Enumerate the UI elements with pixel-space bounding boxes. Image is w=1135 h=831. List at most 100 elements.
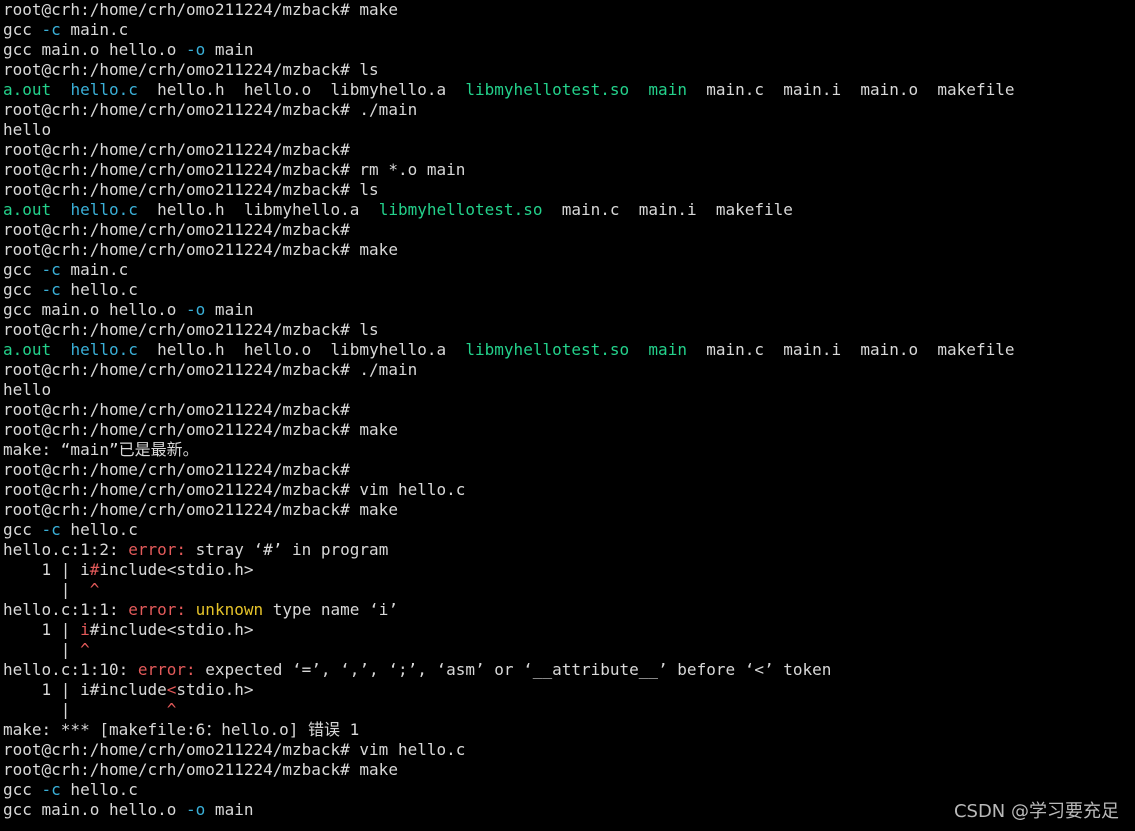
terminal-line: a.out hello.c hello.h libmyhello.a libmy…: [3, 200, 1133, 220]
terminal-text-segment: -c: [41, 520, 61, 539]
terminal-line: 1 | i#include<stdio.h>: [3, 680, 1133, 700]
terminal-line: | ^: [3, 640, 1133, 660]
csdn-watermark: CSDN @学习要充足: [953, 801, 1119, 822]
terminal-line: root@crh:/home/crh/omo211224/mzback# mak…: [3, 420, 1133, 440]
terminal-text-segment: hello.c: [60, 520, 138, 539]
terminal-text-segment: hello.c: [60, 780, 138, 799]
terminal-text-segment: -o: [186, 300, 206, 319]
terminal-text-segment: root@crh:/home/crh/omo211224/mzback# ls: [3, 60, 379, 79]
terminal-text-segment: gcc main.o hello.o: [3, 300, 187, 319]
terminal-text-segment: root@crh:/home/crh/omo211224/mzback# mak…: [3, 500, 398, 519]
terminal-text-segment: gcc: [3, 520, 42, 539]
terminal-text-segment: hello.c: [70, 340, 138, 359]
terminal-text-segment: root@crh:/home/crh/omo211224/mzback# vim…: [3, 480, 466, 499]
terminal-text-segment: root@crh:/home/crh/omo211224/mzback# mak…: [3, 760, 398, 779]
terminal-text-segment: root@crh:/home/crh/omo211224/mzback#: [3, 400, 350, 419]
terminal-text-segment: -o: [186, 800, 206, 819]
terminal-text-segment: hello.c: [60, 280, 138, 299]
terminal-output[interactable]: root@crh:/home/crh/omo211224/mzback# mak…: [3, 0, 1133, 831]
terminal-text-segment: -c: [41, 280, 61, 299]
terminal-line: hello.c:1:10: error: expected ‘=’, ‘,’, …: [3, 660, 1133, 680]
terminal-text-segment: -c: [41, 260, 61, 279]
terminal-text-segment: hello.h hello.o libmyhello.a: [137, 340, 466, 359]
terminal-text-segment: 1 | i: [3, 560, 90, 579]
terminal-text-segment: gcc main.o hello.o: [3, 800, 187, 819]
terminal-line: root@crh:/home/crh/omo211224/mzback# mak…: [3, 0, 1133, 20]
terminal-line: gcc -c hello.c: [3, 520, 1133, 540]
terminal-line: gcc main.o hello.o -o main: [3, 300, 1133, 320]
terminal-line: root@crh:/home/crh/omo211224/mzback# ./m…: [3, 100, 1133, 120]
terminal-line: root@crh:/home/crh/omo211224/mzback# mak…: [3, 500, 1133, 520]
terminal-line: hello.c:1:1: error: unknown type name ‘i…: [3, 600, 1133, 620]
terminal-text-segment: unknown: [195, 600, 264, 619]
terminal-text-segment: hello.c:1:10:: [3, 660, 138, 679]
terminal-text-segment: main: [648, 80, 687, 99]
terminal-text-segment: main: [648, 340, 687, 359]
terminal-text-segment: root@crh:/home/crh/omo211224/mzback# vim…: [3, 740, 466, 759]
terminal-text-segment: hello.h libmyhello.a: [137, 200, 379, 219]
terminal-line: root@crh:/home/crh/omo211224/mzback#: [3, 400, 1133, 420]
terminal-text-segment: error:: [137, 660, 196, 679]
terminal-line: root@crh:/home/crh/omo211224/mzback# vim…: [3, 480, 1133, 500]
terminal-line: make: “main”已是最新。: [3, 440, 1133, 460]
terminal-text-segment: root@crh:/home/crh/omo211224/mzback#: [3, 460, 350, 479]
terminal-line: hello.c:1:2: error: stray ‘#’ in program: [3, 540, 1133, 560]
terminal-line: hello: [3, 120, 1133, 140]
terminal-line: a.out hello.c hello.h hello.o libmyhello…: [3, 80, 1133, 100]
terminal-text-segment: libmyhellotest.so: [465, 80, 630, 99]
terminal-line: gcc -c hello.c: [3, 280, 1133, 300]
terminal-text-segment: 1 |: [3, 620, 81, 639]
terminal-text-segment: make: “main”已是最新。: [3, 440, 199, 459]
terminal-text-segment: hello.c: [70, 200, 138, 219]
terminal-text-segment: hello.c: [70, 80, 138, 99]
terminal-text-segment: main.c: [60, 260, 129, 279]
terminal-text-segment: libmyhellotest.so: [378, 200, 543, 219]
terminal-text-segment: <: [166, 680, 177, 699]
terminal-text-segment: hello.h hello.o libmyhello.a: [137, 80, 466, 99]
terminal-text-segment: main: [205, 800, 254, 819]
terminal-text-segment: root@crh:/home/crh/omo211224/mzback#: [3, 220, 350, 239]
terminal-text-segment: root@crh:/home/crh/omo211224/mzback# mak…: [3, 420, 398, 439]
terminal-line: | ^: [3, 580, 1133, 600]
terminal-text-segment: #: [89, 560, 100, 579]
terminal-text-segment: main: [205, 40, 254, 59]
terminal-text-segment: ^: [89, 580, 100, 599]
terminal-line: root@crh:/home/crh/omo211224/mzback# ls: [3, 60, 1133, 80]
terminal-text-segment: -c: [41, 780, 61, 799]
terminal-text-segment: gcc: [3, 780, 42, 799]
terminal-text-segment: hello.c:1:1:: [3, 600, 129, 619]
terminal-text-segment: root@crh:/home/crh/omo211224/mzback# ./m…: [3, 360, 418, 379]
terminal-text-segment: main.c main.i main.o makefile: [686, 80, 1015, 99]
terminal-text-segment: #include<stdio.h>: [89, 620, 254, 639]
terminal-text-segment: libmyhellotest.so: [465, 340, 630, 359]
terminal-line: root@crh:/home/crh/omo211224/mzback# ./m…: [3, 360, 1133, 380]
terminal-text-segment: main.c main.i makefile: [542, 200, 793, 219]
terminal-text-segment: gcc main.o hello.o: [3, 40, 187, 59]
terminal-text-segment: root@crh:/home/crh/omo211224/mzback#: [3, 140, 350, 159]
terminal-line: root@crh:/home/crh/omo211224/mzback# ls: [3, 320, 1133, 340]
terminal-line: gcc -c main.c: [3, 260, 1133, 280]
terminal-text-segment: root@crh:/home/crh/omo211224/mzback# mak…: [3, 240, 398, 259]
terminal-text-segment: expected ‘=’, ‘,’, ‘;’, ‘asm’ or ‘__attr…: [195, 660, 832, 679]
terminal-line: root@crh:/home/crh/omo211224/mzback#: [3, 140, 1133, 160]
terminal-text-segment: hello: [3, 380, 52, 399]
terminal-text-segment: include<stdio.h>: [99, 560, 254, 579]
terminal-line: make: *** [makefile:6：hello.o] 错误 1: [3, 720, 1133, 740]
terminal-text-segment: gcc: [3, 260, 42, 279]
terminal-text-segment: type name ‘i’: [263, 600, 398, 619]
terminal-text-segment: a.out: [3, 80, 52, 99]
terminal-text-segment: ^: [166, 700, 177, 719]
terminal-text-segment: |: [3, 700, 167, 719]
terminal-text-segment: -c: [41, 20, 61, 39]
terminal-line: root@crh:/home/crh/omo211224/mzback# mak…: [3, 240, 1133, 260]
terminal-line: gcc -c main.c: [3, 20, 1133, 40]
terminal-line: root@crh:/home/crh/omo211224/mzback#: [3, 220, 1133, 240]
terminal-text-segment: a.out: [3, 340, 52, 359]
terminal-text-segment: root@crh:/home/crh/omo211224/mzback# ls: [3, 180, 379, 199]
terminal-line: | ^: [3, 700, 1133, 720]
terminal-text-segment: |: [3, 580, 90, 599]
terminal-text-segment: 1 | i#include: [3, 680, 167, 699]
